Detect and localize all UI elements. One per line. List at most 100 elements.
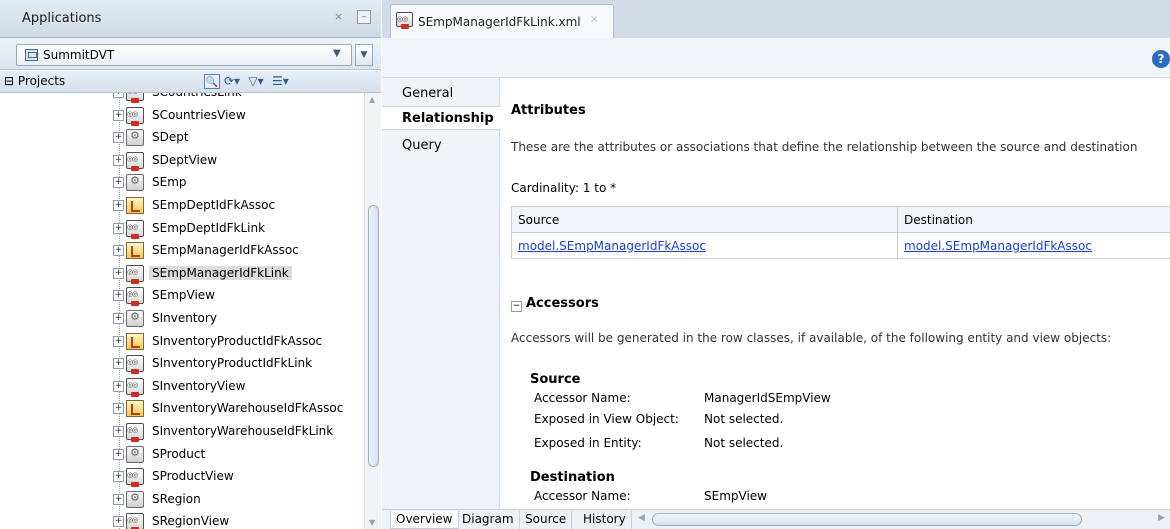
tree-item[interactable]: + SProductView: [113, 466, 364, 488]
projects-header: ⊟ Projects 🔍 ⟳▾ ▽▾ ☰▾: [0, 71, 381, 93]
expand-icon[interactable]: +: [113, 449, 124, 460]
expand-icon[interactable]: +: [113, 177, 124, 188]
tree-item[interactable]: + SRegion: [113, 489, 364, 511]
application-selector-row: SummitDVT ▼ ▼: [0, 38, 381, 70]
tree-item[interactable]: + SRegionView: [113, 511, 364, 529]
tab-diagram[interactable]: Diagram: [457, 511, 520, 529]
tab-history[interactable]: History: [578, 511, 632, 529]
source-heading: Source: [530, 372, 581, 387]
expand-icon[interactable]: +: [113, 155, 124, 166]
tree-item[interactable]: + SInventory: [113, 308, 364, 330]
tree-item[interactable]: + SEmp: [113, 172, 364, 194]
scrollbar-thumb[interactable]: [368, 205, 379, 467]
nav-query[interactable]: Query: [382, 134, 500, 158]
editor-tab-label: SEmpManagerIdFkLink.xml: [418, 15, 581, 29]
cardinality-value: 1 to *: [582, 181, 617, 195]
view-link-icon: [126, 93, 144, 103]
tree-item[interactable]: + SProduct: [113, 444, 364, 466]
tree-item[interactable]: + SEmpDeptIdFkAssoc: [113, 195, 364, 217]
projects-label[interactable]: ⊟ Projects: [4, 74, 65, 88]
search-icon[interactable]: 🔍: [204, 74, 220, 89]
expand-icon[interactable]: +: [113, 93, 124, 98]
editor-tab[interactable]: SEmpManagerIdFkLink.xml ×: [390, 4, 614, 38]
tree-item-label: SEmp: [152, 175, 187, 189]
view-link-icon: [126, 355, 144, 374]
tree-item[interactable]: + SInventoryProductIdFkLink: [113, 353, 364, 375]
tree-item[interactable]: + SInventoryView: [113, 376, 364, 398]
expand-icon[interactable]: +: [113, 245, 124, 256]
tree-item[interactable]: + SEmpManagerIdFkLink: [113, 263, 364, 285]
tree-item-label: SCountriesLink: [149, 93, 245, 99]
help-icon[interactable]: ?: [1152, 50, 1170, 68]
tree-item[interactable]: + SDept: [113, 127, 364, 149]
destination-link[interactable]: model.SEmpManagerIdFkAssoc: [904, 239, 1092, 253]
accessors-heading[interactable]: − Accessors: [511, 296, 599, 312]
tree-item[interactable]: + SDeptView: [113, 150, 364, 172]
close-tab-icon[interactable]: ×: [590, 14, 598, 25]
editor-tab-strip: SEmpManagerIdFkLink.xml ×: [382, 0, 1170, 38]
scroll-left-icon[interactable]: ◀: [638, 513, 645, 523]
expand-icon[interactable]: +: [113, 403, 124, 414]
source-accessor-name-label: Accessor Name:: [534, 391, 631, 405]
table-row: model.SEmpManagerIdFkAssoc model.SEmpMan…: [511, 232, 1170, 259]
expand-icon[interactable]: +: [113, 471, 124, 482]
tree-item[interactable]: + SEmpDeptIdFkLink: [113, 218, 364, 240]
horizontal-scrollbar-thumb[interactable]: [652, 513, 1082, 526]
entity-object-icon: [126, 129, 144, 146]
tree-item-label: SInventoryWarehouseIdFkLink: [152, 424, 334, 438]
tree-item-label: SEmpManagerIdFkAssoc: [152, 243, 299, 257]
nav-general[interactable]: General: [382, 82, 500, 106]
expand-icon[interactable]: +: [113, 110, 124, 121]
source-exposed-entity-value: Not selected.: [704, 436, 784, 450]
filter-icon[interactable]: ▽▾: [248, 74, 264, 89]
expand-icon[interactable]: +: [113, 132, 124, 143]
minimize-icon[interactable]: –: [357, 10, 371, 24]
view-object-icon: [126, 378, 144, 397]
tree-item[interactable]: + SEmpView: [113, 285, 364, 307]
destination-heading: Destination: [530, 470, 615, 485]
tree-item[interactable]: + SCountriesLink: [113, 93, 364, 104]
tree-item-label: SDeptView: [152, 153, 218, 167]
project-tree: + SCountriesLink + SCountriesView + SDept + SDe…: [0, 93, 364, 529]
nav-relationship[interactable]: Relationship: [382, 106, 501, 130]
expand-icon[interactable]: +: [113, 381, 124, 392]
cardinality: Cardinality: 1 to *: [511, 181, 616, 195]
scroll-up-icon[interactable]: ▲: [369, 95, 375, 104]
expand-icon[interactable]: +: [113, 358, 124, 369]
applications-panel: Applications × – SummitDVT ▼ ▼ ⊟ Project…: [0, 0, 381, 529]
tree-item[interactable]: + SInventoryWarehouseIdFkLink: [113, 421, 364, 443]
application-selector-value: SummitDVT: [43, 48, 115, 62]
expand-icon[interactable]: +: [113, 516, 124, 527]
sync-icon[interactable]: ⟳▾: [224, 74, 240, 89]
tree-item[interactable]: + SInventoryProductIdFkAssoc: [113, 331, 364, 353]
scroll-right-icon[interactable]: ▶: [1158, 513, 1165, 523]
expand-icon[interactable]: +: [113, 494, 124, 505]
association-icon: [126, 242, 144, 259]
tab-source[interactable]: Source: [520, 511, 573, 529]
expand-icon[interactable]: +: [113, 290, 124, 301]
expand-icon[interactable]: +: [113, 336, 124, 347]
expand-icon[interactable]: +: [113, 313, 124, 324]
tree-item-label: SProductView: [152, 469, 234, 483]
table-header-row: Source Destination: [511, 206, 1170, 233]
source-link[interactable]: model.SEmpManagerIdFkAssoc: [518, 239, 706, 253]
application-selector[interactable]: SummitDVT ▼: [16, 44, 352, 66]
sort-icon[interactable]: ☰▾: [272, 74, 289, 89]
tree-item[interactable]: + SCountriesView: [113, 105, 364, 127]
close-icon[interactable]: ×: [334, 10, 343, 23]
tree-item[interactable]: + SInventoryWarehouseIdFkAssoc: [113, 398, 364, 420]
applications-panel-header: Applications × –: [0, 0, 381, 38]
scroll-down-icon[interactable]: ▼: [369, 518, 375, 527]
tree-vertical-scrollbar[interactable]: ▲ ▼: [364, 93, 381, 529]
association-icon: [126, 400, 144, 417]
tree-item[interactable]: + SEmpManagerIdFkAssoc: [113, 240, 364, 262]
expand-icon[interactable]: +: [113, 223, 124, 234]
expand-icon[interactable]: +: [113, 200, 124, 211]
expand-icon[interactable]: +: [113, 268, 124, 279]
collapse-icon: ⊟: [4, 74, 18, 88]
view-object-icon: [126, 287, 144, 306]
expand-icon[interactable]: +: [113, 426, 124, 437]
application-menu-button[interactable]: ▼: [355, 44, 373, 66]
collapse-icon[interactable]: −: [511, 301, 522, 312]
tab-overview[interactable]: Overview: [390, 511, 459, 529]
